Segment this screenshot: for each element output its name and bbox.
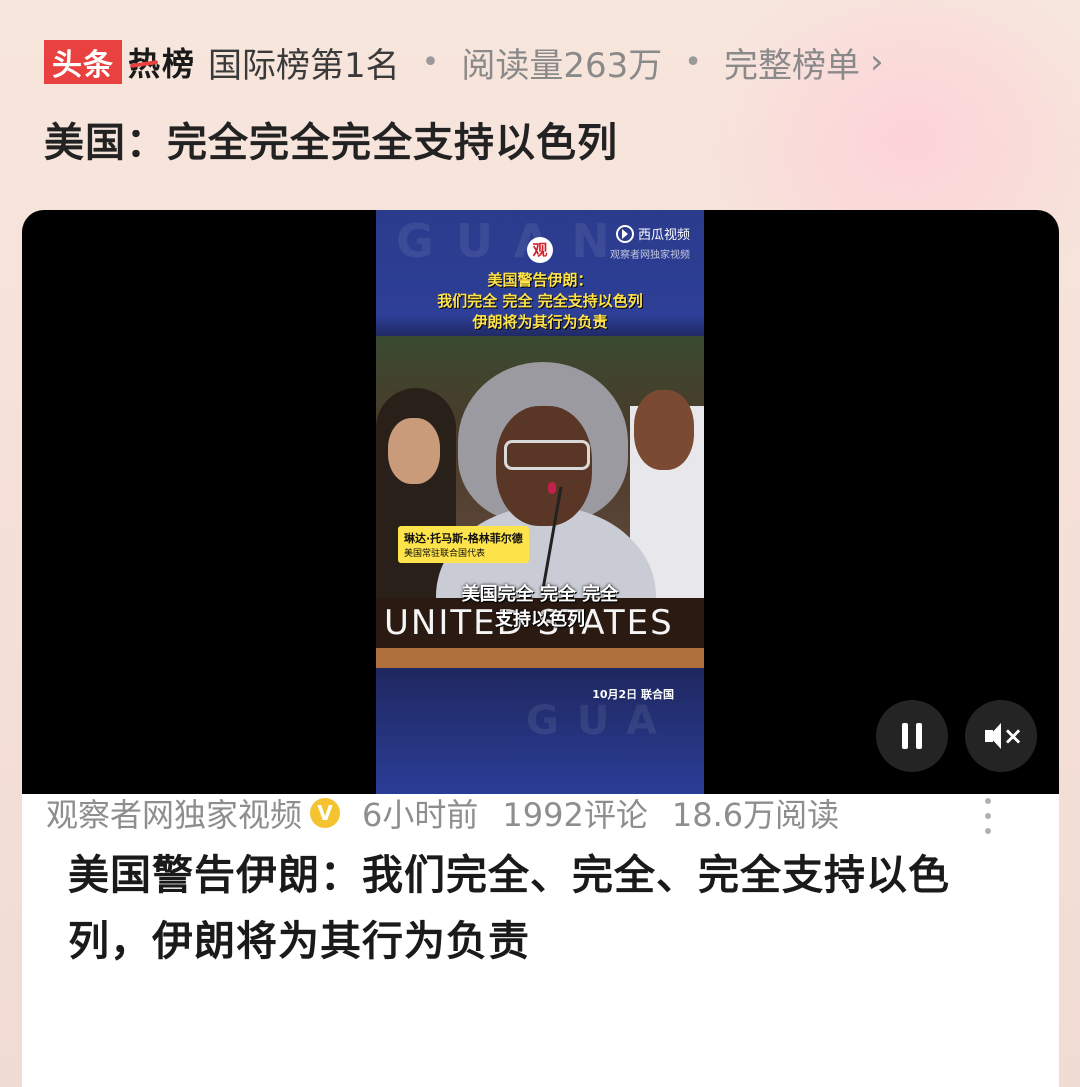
more-vertical-icon[interactable] xyxy=(984,798,992,834)
article-title[interactable]: 美国警告伊朗：我们完全、完全、完全支持以色列，伊朗将为其行为负责 xyxy=(68,842,1018,974)
source-name[interactable]: 观察者网独家视频 xyxy=(46,790,302,836)
comment-count[interactable]: 1992评论 xyxy=(502,790,647,836)
speaker-namecard: 琳达·托马斯-格林菲尔德 美国常驻联合国代表 xyxy=(398,526,529,563)
video-date-location: 10月2日 联合国 xyxy=(592,688,674,701)
person-left-face xyxy=(388,418,440,484)
watermark-source: 观察者网独家视频 xyxy=(610,250,690,261)
video-scene: 琳达·托马斯-格林菲尔德 美国常驻联合国代表 UNITED STATES 美国完… xyxy=(376,336,704,668)
headline-line: 我们完全 完全 完全支持以色列 xyxy=(437,292,643,310)
watermark-platform: 西瓜视频 xyxy=(637,228,690,243)
pause-icon xyxy=(902,723,908,749)
rank-label: 国际榜第1名 xyxy=(208,45,400,86)
video-headline: 美国警告伊朗： 我们完全 完全 完全支持以色列 伊朗将为其行为负责 xyxy=(376,270,704,333)
video-subtitle: 美国完全 完全 完全 支持以色列 xyxy=(376,582,704,632)
xigua-play-icon xyxy=(615,224,634,243)
speaker-name: 琳达·托马斯-格林菲尔德 xyxy=(404,532,523,545)
publish-time: 6小时前 xyxy=(362,796,479,834)
headline-line: 美国警告伊朗： xyxy=(487,271,593,289)
person-right-face xyxy=(634,390,694,470)
video-player[interactable]: GUAN GUA 观 西瓜视频 观察者网独家视频 美国警告伊朗： 我们完全 完全… xyxy=(22,210,1059,794)
article-card[interactable]: GUAN GUA 观 西瓜视频 观察者网独家视频 美国警告伊朗： 我们完全 完全… xyxy=(22,210,1059,1087)
chevron-right-icon[interactable]: › xyxy=(870,42,884,82)
subtitle-line: 支持以色列 xyxy=(495,609,585,630)
pause-icon xyxy=(916,723,922,749)
read-count: 阅读量263万 xyxy=(461,45,663,86)
full-list-link[interactable]: 完整榜单 xyxy=(724,38,860,87)
verified-badge-icon: V xyxy=(310,798,341,828)
headline-line: 伊朗将为其行为负责 xyxy=(472,313,608,331)
mute-icon: × xyxy=(981,721,1023,751)
desk xyxy=(376,648,704,668)
separator-dot: • xyxy=(684,44,702,80)
subtitle-line: 美国完全 完全 完全 xyxy=(461,584,619,605)
background-letters: GUA xyxy=(526,698,676,744)
mute-button[interactable]: × xyxy=(965,700,1037,772)
background-letters: GUAN xyxy=(396,214,632,268)
guancha-logo: 观 xyxy=(527,237,553,263)
microphone-head xyxy=(548,482,556,494)
hot-list-logo: 热榜 xyxy=(128,39,196,85)
read-count: 18.6万阅读 xyxy=(671,796,840,834)
xigua-watermark: 西瓜视频 xyxy=(615,224,690,243)
separator-dot: • xyxy=(421,44,440,80)
speaker-title: 美国常驻联合国代表 xyxy=(404,549,486,559)
pause-button[interactable] xyxy=(876,700,948,772)
article-meta: 观察者网独家视频 V 6小时前 1992评论 18.6万阅读 xyxy=(46,790,839,836)
speaker-glasses xyxy=(504,440,590,470)
hot-list-header[interactable]: 头条 热榜 国际榜第1名 • 阅读量263万 • 完整榜单 › xyxy=(44,36,884,88)
topic-title[interactable]: 美国：完全完全完全支持以色列 xyxy=(44,110,618,168)
video-frame[interactable]: GUAN GUA 观 西瓜视频 观察者网独家视频 美国警告伊朗： 我们完全 完全… xyxy=(376,210,704,794)
toutiao-logo: 头条 xyxy=(44,40,122,84)
